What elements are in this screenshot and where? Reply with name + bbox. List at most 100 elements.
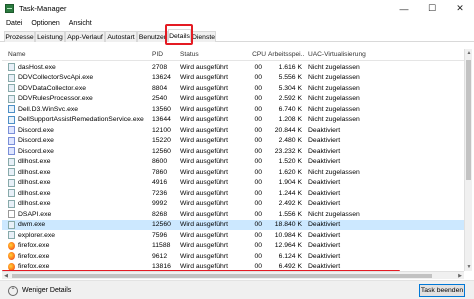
dell-process-icon	[8, 115, 15, 124]
table-row[interactable]: dllhost.exe 4916 Wird ausgeführt 00 1.904 K D…	[2, 178, 464, 189]
process-cpu: 00	[254, 242, 262, 250]
horizontal-scroll-thumb[interactable]	[12, 274, 432, 278]
table-row[interactable]: Dell.D3.WinSvc.exe 13560 Wird ausgeführt 00…	[2, 104, 464, 115]
process-status: Wird ausgeführt	[180, 189, 228, 197]
process-name: dllhost.exe	[18, 200, 51, 208]
fewer-details-button[interactable]: ⌃ Weniger Details	[8, 285, 71, 296]
process-memory: 6.740 K	[278, 105, 302, 113]
scroll-right-icon[interactable]: ▶	[456, 272, 464, 280]
table-row[interactable]: dllhost.exe 9992 Wird ausgeführt 00 2.492 K D…	[2, 199, 464, 210]
tab-autostart[interactable]: Autostart	[105, 31, 137, 42]
column-header-status[interactable]: Status	[180, 51, 248, 58]
process-status: Wird ausgeführt	[180, 242, 228, 250]
process-memory: 5.556 K	[278, 74, 302, 82]
table-row[interactable]: DellSupportAssistRemedationService.exe 13…	[2, 115, 464, 126]
close-button[interactable]: ✕	[446, 0, 474, 17]
process-name: firefox.exe	[18, 252, 50, 260]
process-status: Wird ausgeführt	[180, 126, 228, 134]
process-uac: Deaktiviert	[308, 263, 341, 271]
generic-process-icon	[8, 178, 15, 187]
generic-process-icon	[8, 231, 15, 239]
table-row[interactable]: Discord.exe 12560 Wird ausgeführt 00 23.232 …	[2, 146, 464, 157]
end-task-button[interactable]: Task beenden	[419, 284, 465, 297]
process-cpu: 00	[254, 63, 262, 71]
table-row[interactable]: firefox.exe 9612 Wird ausgeführt 00 6.124 K D…	[2, 251, 464, 262]
process-uac: Deaktiviert	[308, 231, 341, 239]
process-uac: Nicht zugelassen	[308, 105, 360, 113]
process-name: dllhost.exe	[18, 189, 51, 197]
process-uac: Deaktiviert	[308, 242, 341, 250]
process-pid: 7860	[152, 168, 168, 176]
table-row[interactable]: explorer.exe 7596 Wird ausgeführt 00 10.984 …	[2, 230, 464, 241]
generic-process-icon	[8, 189, 15, 197]
table-row[interactable]: firefox.exe 11588 Wird ausgeführt 00 12.964 …	[2, 241, 464, 252]
scroll-down-icon[interactable]: ▼	[465, 263, 473, 271]
process-uac: Nicht zugelassen	[308, 210, 360, 218]
column-header-uac[interactable]: UAC-Virtualisierung	[308, 51, 388, 58]
menu-ansicht[interactable]: Ansicht	[69, 20, 92, 27]
process-status: Wird ausgeführt	[180, 252, 228, 260]
process-cpu: 00	[254, 200, 262, 208]
process-memory: 1.556 K	[278, 210, 302, 218]
table-row[interactable]: DDVRulesProcessor.exe 2540 Wird ausgeführt…	[2, 94, 464, 105]
generic-process-icon	[8, 199, 15, 208]
generic-process-icon	[8, 73, 15, 82]
process-uac: Deaktiviert	[308, 126, 341, 134]
footer-bar: ⌃ Weniger Details Task beenden	[0, 280, 474, 299]
table-row[interactable]: Discord.exe 12100 Wird ausgeführt 00 20.844 …	[2, 125, 464, 136]
process-cpu: 00	[254, 179, 262, 187]
column-header-memory[interactable]: Arbeitsspei...	[268, 51, 304, 58]
process-memory: 23.232 K	[274, 147, 302, 155]
process-pid: 13560	[152, 105, 171, 113]
table-row[interactable]: dasHost.exe 2708 Wird ausgeführt 00 1.616 K N…	[2, 62, 464, 73]
generic-process-icon	[8, 220, 15, 229]
menu-optionen[interactable]: Optionen	[31, 20, 59, 27]
vertical-scrollbar[interactable]: ▲ ▼	[464, 49, 472, 271]
column-header-pid[interactable]: PID	[152, 51, 182, 58]
process-uac: Deaktiviert	[308, 137, 341, 145]
table-row[interactable]: DDVCollectorSvcApi.exe 13624 Wird ausgefüh…	[2, 73, 464, 84]
table-row[interactable]: DSAPI.exe 8268 Wird ausgeführt 00 1.556 K Nic…	[2, 209, 464, 220]
process-status: Wird ausgeführt	[180, 63, 228, 71]
process-status: Wird ausgeführt	[180, 210, 228, 218]
maximize-button[interactable]: ☐	[418, 0, 446, 17]
process-pid: 8804	[152, 84, 168, 92]
process-pid: 2540	[152, 95, 168, 103]
horizontal-scrollbar[interactable]: ◀ ▶	[2, 271, 464, 279]
dsapi-process-icon	[8, 210, 15, 218]
tab-dienste[interactable]: Dienste	[191, 31, 216, 42]
tab-details[interactable]: Details	[168, 29, 191, 42]
process-status: Wird ausgeführt	[180, 74, 228, 82]
process-status: Wird ausgeführt	[180, 137, 228, 145]
process-status: Wird ausgeführt	[180, 179, 228, 187]
process-uac: Deaktiviert	[308, 189, 341, 197]
table-row[interactable]: dllhost.exe 8600 Wird ausgeführt 00 1.520 K D…	[2, 157, 464, 168]
table-row[interactable]: DDVDataCollector.exe 8804 Wird ausgeführt 0…	[2, 83, 464, 94]
minimize-button[interactable]: —	[390, 0, 418, 17]
generic-process-icon	[8, 63, 15, 71]
process-cpu: 00	[254, 252, 262, 260]
scroll-left-icon[interactable]: ◀	[2, 272, 10, 280]
tab-leistung[interactable]: Leistung	[35, 31, 65, 42]
menu-datei[interactable]: Datei	[6, 20, 22, 27]
table-row[interactable]: dwm.exe 12560 Wird ausgeführt 00 18.840 K Dea…	[2, 219, 464, 230]
process-cpu: 00	[254, 116, 262, 124]
dell-process-icon	[8, 105, 15, 113]
column-header-name[interactable]: Name	[8, 51, 148, 58]
column-header-cpu[interactable]: CPU	[250, 51, 266, 58]
generic-process-icon	[8, 168, 15, 176]
vertical-scroll-thumb[interactable]	[466, 60, 471, 180]
process-name: Discord.exe	[18, 126, 54, 134]
scroll-up-icon[interactable]: ▲	[465, 49, 473, 57]
table-header: ^ Name PID Status CPU Arbeitsspei... UAC…	[2, 49, 464, 61]
process-uac: Nicht zugelassen	[308, 63, 360, 71]
table-row[interactable]: Discord.exe 15220 Wird ausgeführt 00 2.480 K…	[2, 136, 464, 147]
table-row[interactable]: dllhost.exe 7236 Wird ausgeführt 00 1.244 K D…	[2, 188, 464, 199]
tab-prozesse[interactable]: Prozesse	[4, 31, 35, 42]
table-row[interactable]: firefox.exe 13816 Wird ausgeführt 00 6.492 K…	[2, 262, 464, 272]
tab-app-verlauf[interactable]: App-Verlauf	[65, 31, 105, 42]
process-name: DSAPI.exe	[18, 210, 52, 218]
table-row[interactable]: dllhost.exe 7860 Wird ausgeführt 00 1.620 K N…	[2, 167, 464, 178]
process-name: DellSupportAssistRemedationService.exe	[18, 116, 144, 124]
tab-benutzer[interactable]: Benutzer	[137, 31, 168, 42]
